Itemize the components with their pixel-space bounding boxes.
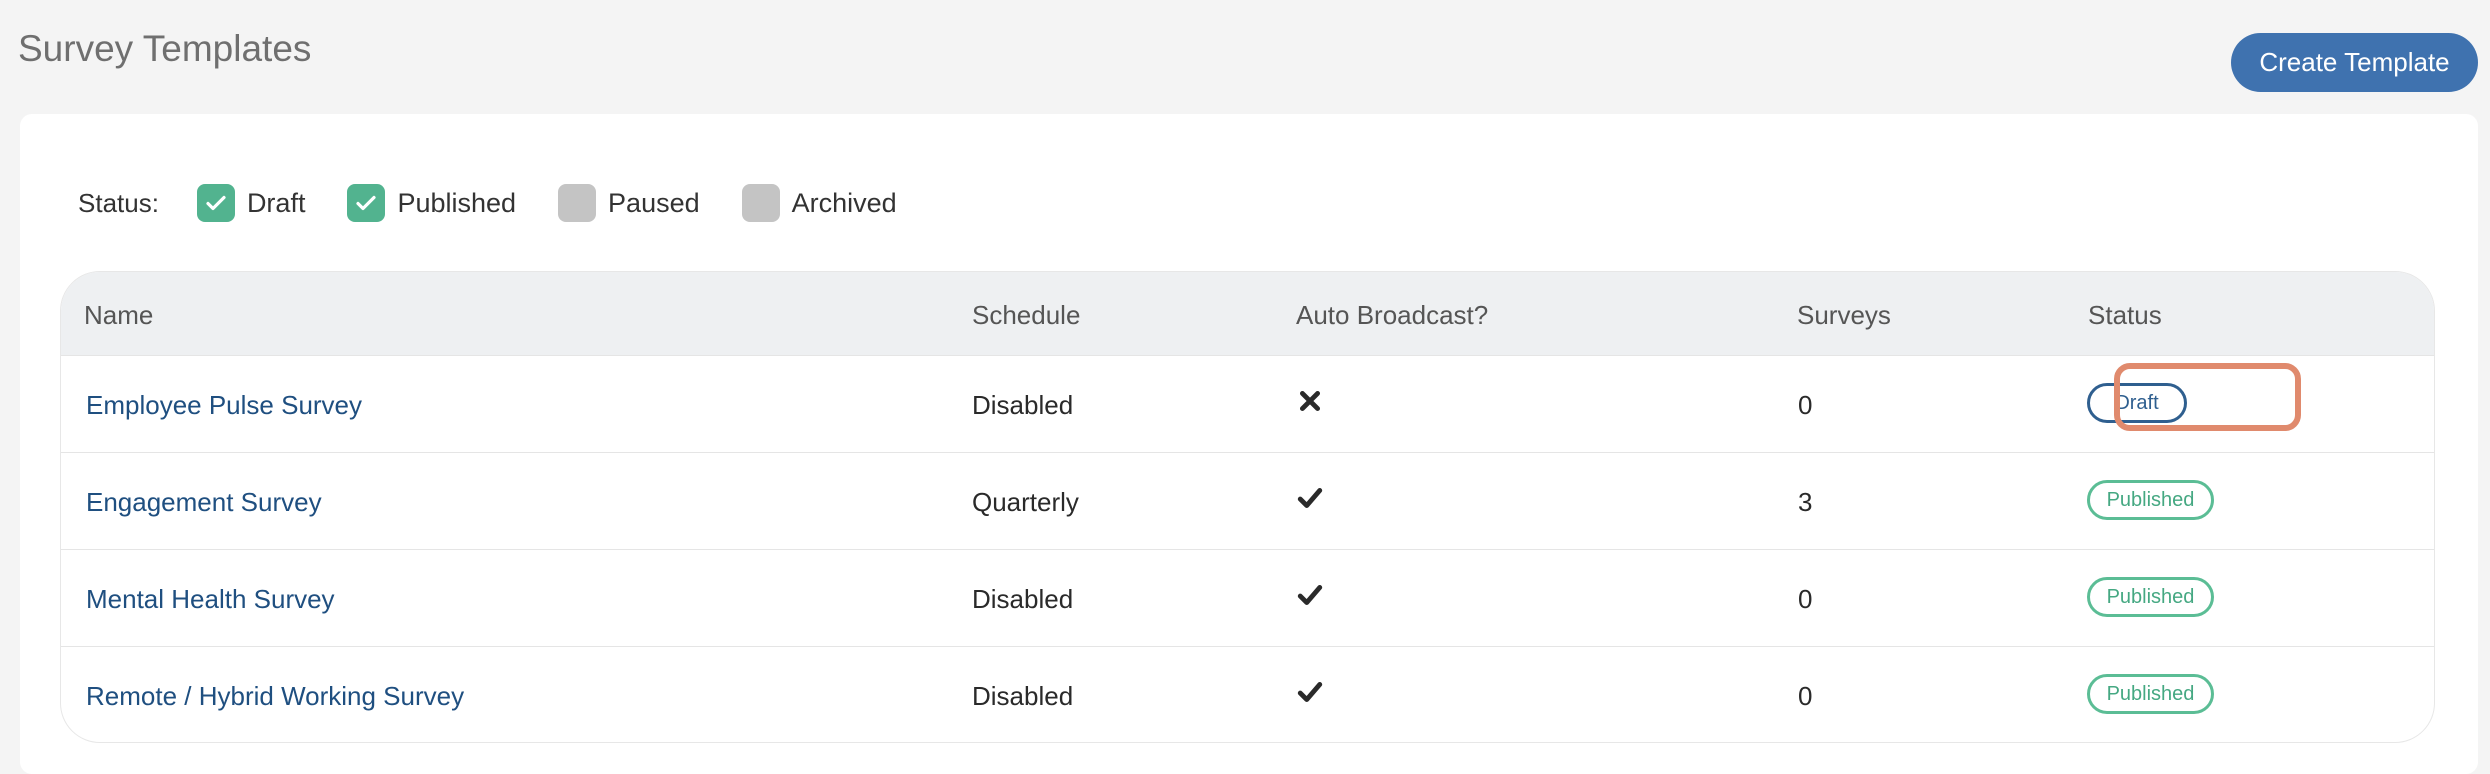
column-header-schedule[interactable]: Schedule <box>972 300 1080 331</box>
surveys-count: 0 <box>1798 681 1813 711</box>
template-name-link[interactable]: Engagement Survey <box>86 487 322 518</box>
paused-checkbox[interactable] <box>558 184 597 222</box>
x-icon <box>1297 388 1323 414</box>
column-header-surveys[interactable]: Surveys <box>1797 300 1891 331</box>
table-row[interactable]: Employee Pulse Survey Disabled 0 Draft <box>61 356 2434 453</box>
schedule-cell: Quarterly <box>972 487 1079 517</box>
template-name-link[interactable]: Mental Health Survey <box>86 584 335 615</box>
filter-paused-label: Paused <box>608 187 700 218</box>
template-name-link[interactable]: Employee Pulse Survey <box>86 390 362 421</box>
table-header: Name Schedule Auto Broadcast? Surveys St… <box>61 272 2434 356</box>
filter-draft-label: Draft <box>246 187 306 218</box>
column-header-auto-broadcast[interactable]: Auto Broadcast? <box>1296 300 1488 331</box>
archived-checkbox[interactable] <box>741 184 780 222</box>
check-icon <box>206 195 226 211</box>
filter-published-label: Published <box>397 187 517 218</box>
surveys-count: 3 <box>1798 487 1813 517</box>
highlight-box <box>2114 363 2301 431</box>
status-badge: Published <box>2087 674 2214 714</box>
column-header-name[interactable]: Name <box>84 300 153 331</box>
check-icon <box>1297 582 1323 608</box>
status-filter-label: Status: <box>78 187 159 218</box>
draft-checkbox[interactable] <box>196 184 235 222</box>
filter-paused[interactable]: Paused <box>558 184 700 222</box>
filter-archived[interactable]: Archived <box>741 184 897 222</box>
check-icon <box>1297 485 1323 511</box>
table-row[interactable]: Mental Health Survey Disabled 0 Publishe… <box>61 550 2434 647</box>
templates-table: Name Schedule Auto Broadcast? Surveys St… <box>60 271 2435 743</box>
schedule-cell: Disabled <box>972 681 1074 711</box>
page-title: Survey Templates <box>18 28 312 69</box>
filter-published[interactable]: Published <box>347 184 516 222</box>
create-template-button[interactable]: Create Template <box>2231 33 2478 92</box>
published-checkbox[interactable] <box>347 184 386 222</box>
table-row[interactable]: Engagement Survey Quarterly 3 Published <box>61 453 2434 550</box>
filter-archived-label: Archived <box>791 187 897 218</box>
schedule-cell: Disabled <box>972 584 1074 614</box>
status-badge: Published <box>2087 577 2214 617</box>
column-header-status[interactable]: Status <box>2088 300 2162 331</box>
surveys-count: 0 <box>1798 584 1813 614</box>
status-filter: Status: Draft Published Paused Archived <box>78 182 939 224</box>
table-row[interactable]: Remote / Hybrid Working Survey Disabled … <box>61 647 2434 742</box>
schedule-cell: Disabled <box>972 390 1074 420</box>
filter-draft[interactable]: Draft <box>196 184 306 222</box>
template-name-link[interactable]: Remote / Hybrid Working Survey <box>86 681 464 712</box>
check-icon <box>1297 679 1323 705</box>
check-icon <box>356 195 377 211</box>
status-badge: Published <box>2087 480 2214 520</box>
surveys-count: 0 <box>1798 390 1813 420</box>
